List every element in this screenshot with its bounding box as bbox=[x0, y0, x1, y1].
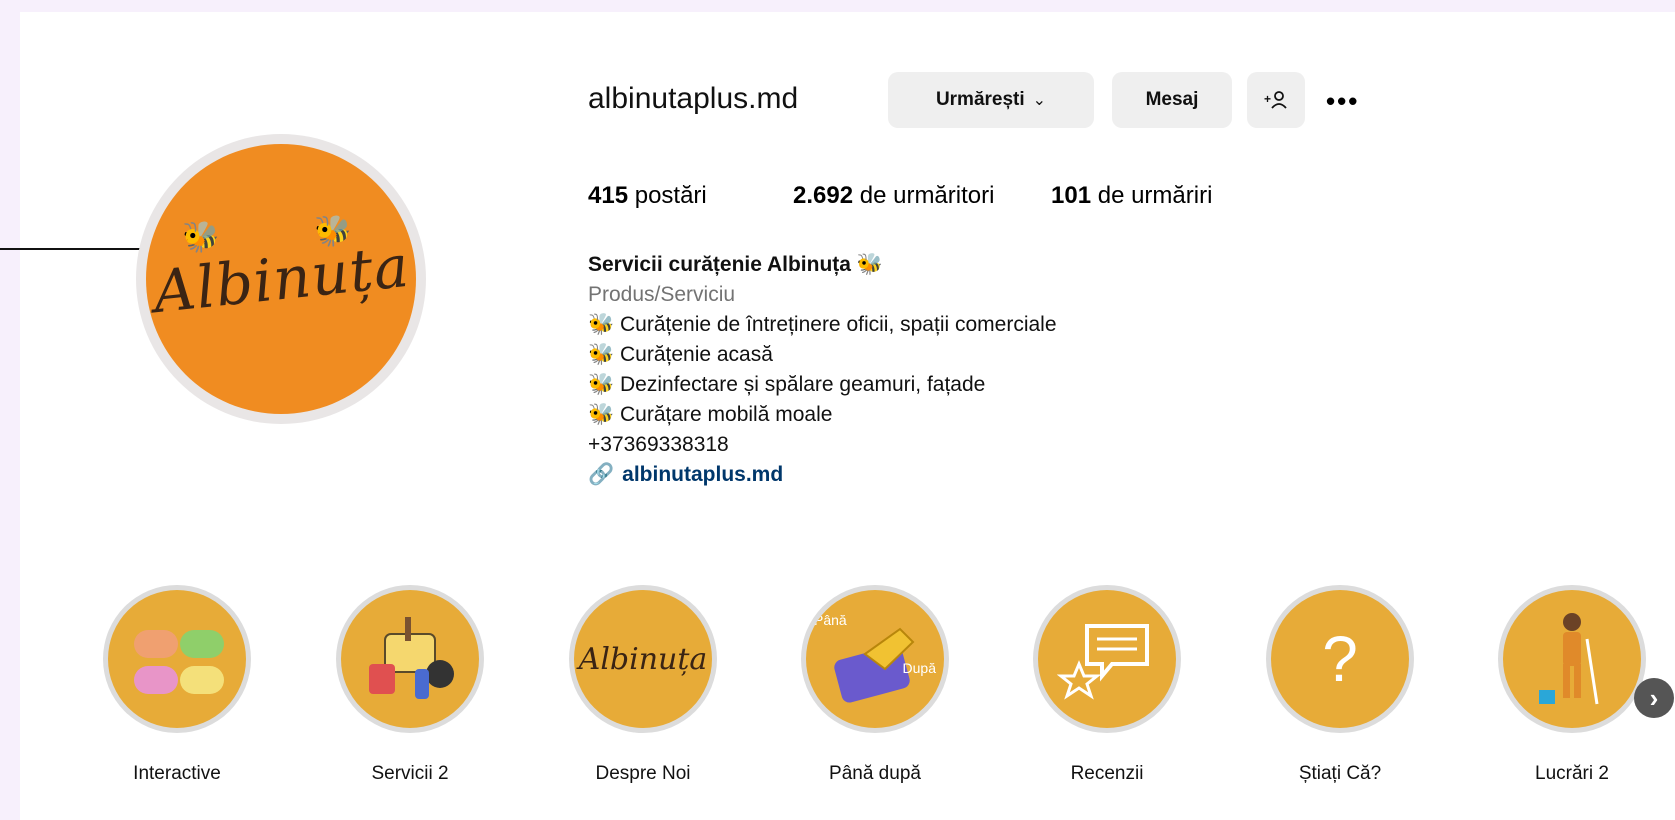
svg-text:+: + bbox=[1264, 92, 1271, 106]
message-button[interactable]: Mesaj bbox=[1112, 72, 1232, 128]
highlight-lucrari-2[interactable]: Lucrări 2 bbox=[1497, 585, 1647, 785]
highlight-stiati-ca[interactable]: ? Știați Că? bbox=[1265, 585, 1415, 785]
before-text: Până bbox=[814, 612, 847, 628]
following-button[interactable]: Urmărești ⌄ bbox=[888, 72, 1094, 128]
profile-bio: Servicii curățenie Albinuța 🐝 Produs/Ser… bbox=[588, 250, 1057, 490]
highlight-label: Lucrări 2 bbox=[1535, 763, 1609, 784]
highlight-label: Știați Că? bbox=[1298, 763, 1382, 784]
highlight-label: Servicii 2 bbox=[371, 763, 449, 784]
following-count: 101 bbox=[1051, 182, 1092, 209]
posts-stat[interactable]: 415 postări bbox=[588, 182, 707, 210]
highlight-despre-noi[interactable]: Albinuța Despre Noi bbox=[568, 585, 718, 785]
profile-avatar[interactable]: 🐝 🐝 Albinuța bbox=[136, 134, 426, 424]
link-icon: 🔗 bbox=[588, 463, 615, 486]
soaps-icon bbox=[108, 590, 246, 728]
highlight-servicii-2[interactable]: Servicii 2 bbox=[335, 585, 485, 785]
highlight-label: Până după bbox=[829, 763, 921, 784]
posts-count: 415 bbox=[588, 182, 629, 209]
bee-icon: 🐝 bbox=[182, 221, 220, 254]
highlight-interactive[interactable]: Interactive bbox=[102, 585, 252, 785]
bio-phone: +37369338318 bbox=[588, 433, 729, 456]
highlight-logo-text: Albinuța bbox=[578, 641, 708, 677]
highlight-pana-dupa[interactable]: Până După Până după bbox=[800, 585, 950, 785]
glove-cloth-icon: Până După bbox=[806, 590, 944, 728]
bio-link[interactable]: albinutaplus.md bbox=[622, 463, 783, 486]
add-person-icon: + bbox=[1264, 91, 1287, 109]
bio-line: 🐝 Dezinfectare și spălare geamuri, fațad… bbox=[588, 373, 986, 396]
following-label-text: de urmăriri bbox=[1097, 182, 1213, 209]
chat-star-icon bbox=[1038, 590, 1176, 728]
followers-stat[interactable]: 2.692 de urmăritori bbox=[793, 182, 994, 210]
bio-name: Servicii curățenie Albinuța 🐝 bbox=[588, 253, 883, 276]
avatar-image: 🐝 🐝 Albinuța bbox=[146, 144, 416, 414]
followers-count: 2.692 bbox=[793, 182, 854, 209]
bio-category: Produs/Serviciu bbox=[588, 283, 736, 306]
more-options-icon[interactable]: ••• bbox=[1326, 86, 1359, 117]
albinuta-logo-icon: Albinuța bbox=[574, 590, 712, 728]
username: albinutaplus.md bbox=[588, 82, 799, 115]
cleaning-tools-icon bbox=[341, 590, 479, 728]
bio-line: 🐝 Curățenie acasă bbox=[588, 343, 773, 366]
bio-line: 🐝 Curățare mobilă moale bbox=[588, 403, 833, 426]
highlight-label: Despre Noi bbox=[595, 763, 691, 784]
followers-label: de urmăritori bbox=[859, 182, 995, 209]
bio-line: 🐝 Curățenie de întreținere oficii, spați… bbox=[588, 313, 1057, 336]
chevron-down-icon: ⌄ bbox=[1032, 92, 1047, 109]
next-arrow-icon[interactable]: › bbox=[1634, 678, 1674, 718]
following-stat[interactable]: 101 de urmăriri bbox=[1051, 182, 1212, 210]
suggest-user-button[interactable]: + bbox=[1247, 72, 1305, 128]
bio-link-row[interactable]: 🔗 albinutaplus.md bbox=[588, 460, 1057, 490]
highlight-recenzii[interactable]: Recenzii bbox=[1032, 585, 1182, 785]
posts-label: postări bbox=[634, 182, 707, 209]
following-label: Urmărești bbox=[935, 89, 1025, 110]
highlight-label: Recenzii bbox=[1070, 763, 1144, 784]
cleaner-person-icon bbox=[1503, 590, 1641, 728]
highlight-label: Interactive bbox=[133, 763, 221, 784]
after-text: După bbox=[902, 660, 936, 676]
question-mark-icon: ? bbox=[1271, 590, 1409, 728]
